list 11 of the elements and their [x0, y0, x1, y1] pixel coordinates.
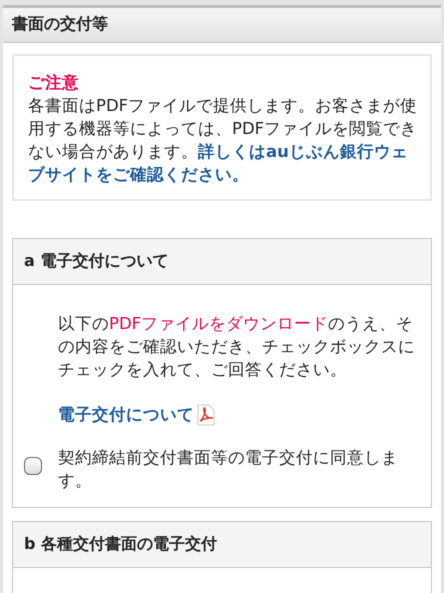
document-link[interactable]: 電子交付について — [58, 403, 194, 426]
checkbox-label: 契約締結前交付書面等の電子交付に同意します。 — [58, 447, 399, 492]
section-title: a 電子交付について — [24, 251, 168, 272]
section-title: b 各種交付書面の電子交付 — [24, 534, 218, 555]
instruction-text: 以下のPDFファイルをダウンロードのうえ、その内容をご確認いただき、チェックボックスにチェックを入れて、ご回答ください。 — [58, 313, 416, 381]
notice-text: 各書面はPDFファイルで提供します。お客さまが使用する機器等によっては、PDFファイルを閲覧できない場合があります。詳しくはauじぶん銀行ウェブサイトをご確認ください。 — [28, 95, 418, 186]
agree-checkbox[interactable] — [24, 457, 42, 475]
pdf-icon[interactable] — [197, 404, 215, 426]
page-title: 書面の交付等 — [12, 14, 108, 35]
download-link[interactable]: PDFファイルをダウンロード — [109, 314, 328, 333]
notice-title: ご注意 — [28, 72, 80, 94]
